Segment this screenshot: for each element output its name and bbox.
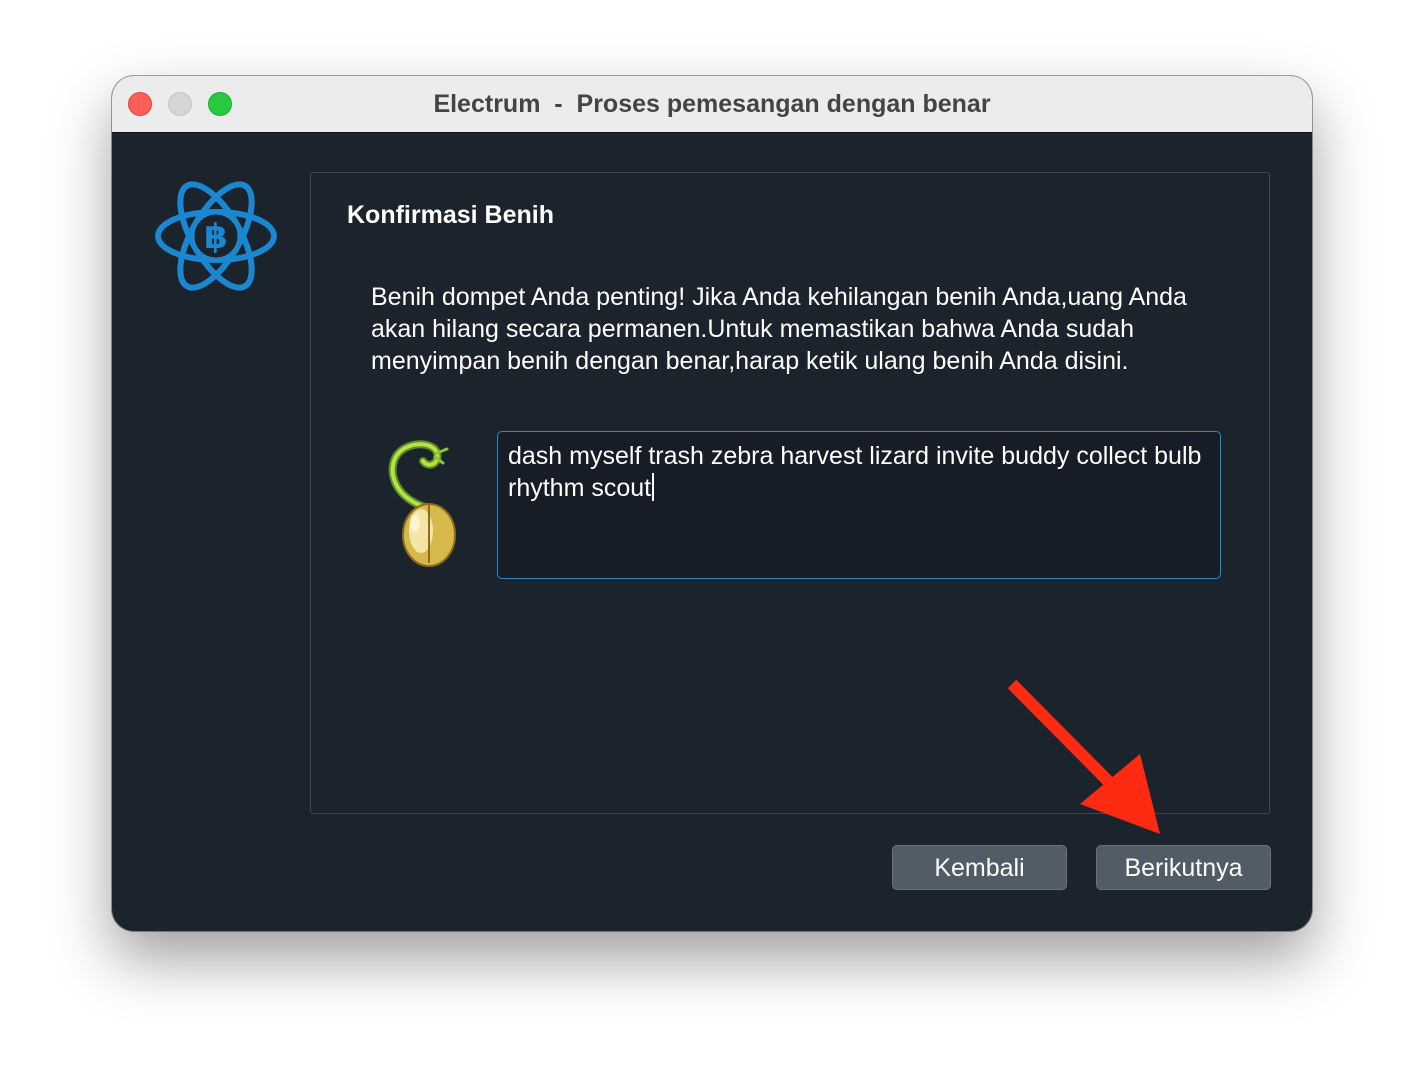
- title-bar[interactable]: Electrum - Proses pemesangan dengan bena…: [112, 76, 1312, 133]
- text-caret: [652, 473, 655, 501]
- electrum-window: Electrum - Proses pemesangan dengan bena…: [112, 76, 1312, 931]
- seed-input-text: dash myself trash zebra harvest lizard i…: [508, 442, 1202, 502]
- seed-confirmation-panel: Konfirmasi Benih Benih dompet Anda penti…: [310, 172, 1270, 814]
- seed-input[interactable]: dash myself trash zebra harvest lizard i…: [497, 431, 1221, 579]
- page-title: Konfirmasi Benih: [347, 201, 554, 229]
- window-title: Electrum - Proses pemesangan dengan bena…: [433, 90, 991, 118]
- seed-warning-text: Benih dompet Anda penting! Jika Anda keh…: [371, 283, 1187, 375]
- sprouting-seed-icon: [388, 440, 456, 567]
- back-button[interactable]: Kembali: [892, 845, 1067, 890]
- next-button[interactable]: Berikutnya: [1096, 845, 1271, 890]
- electrum-bitcoin-logo-icon: ฿: [155, 181, 277, 291]
- svg-text:฿: ฿: [204, 217, 228, 257]
